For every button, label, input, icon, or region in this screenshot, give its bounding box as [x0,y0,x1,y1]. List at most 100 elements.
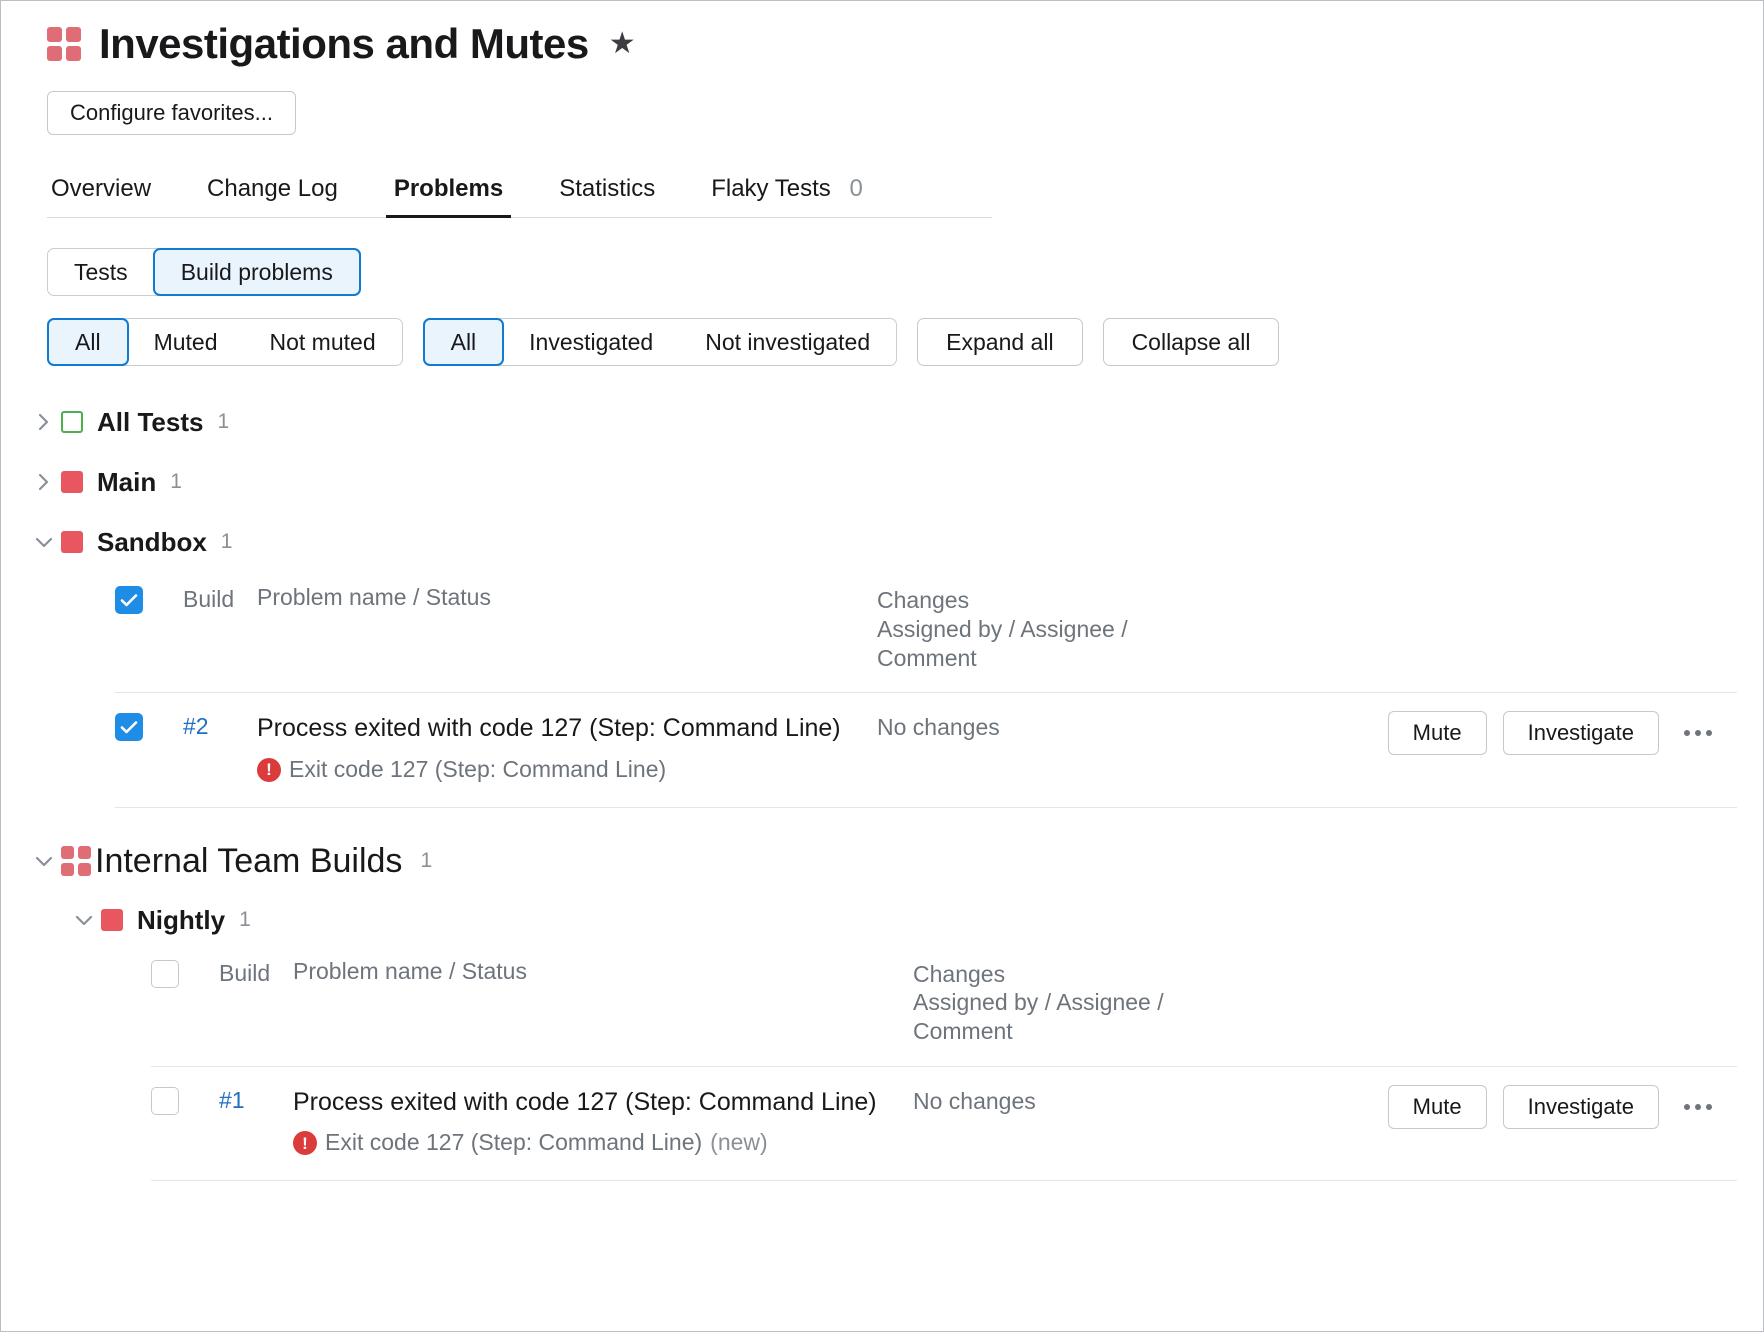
column-header-changes-line3: Comment [913,1017,1285,1046]
column-header-problem: Problem name / Status [257,584,877,611]
project-count: 1 [420,849,432,873]
tab-problems[interactable]: Problems [366,169,531,217]
tree-node-count: 1 [217,410,229,434]
row-select-cell [151,1085,219,1120]
filter-tests[interactable]: Tests [47,248,155,296]
select-all-checkbox[interactable] [115,586,143,614]
filter-muted[interactable]: Muted [127,318,245,366]
status-square-failure [61,531,83,553]
tab-problems-label: Problems [394,175,503,202]
tree-node-count: 1 [221,530,233,554]
select-all-checkbox[interactable] [151,960,179,988]
tab-statistics-label: Statistics [559,175,655,202]
tab-flaky-tests-label: Flaky Tests [711,175,831,202]
mute-button[interactable]: Mute [1388,711,1487,755]
nightly-problems-table: Build Problem name / Status Changes Assi… [151,958,1737,1182]
filter-not-investigated[interactable]: Not investigated [678,318,897,366]
row-checkbox[interactable] [115,713,143,741]
column-header-changes-line3: Comment [877,644,1249,673]
tab-statistics[interactable]: Statistics [531,169,683,217]
grid-2x2-icon [61,846,91,876]
investigation-filter-segmented: All Investigated Not investigated [423,318,898,366]
tree-node-label: Sandbox [97,527,207,558]
chevron-right-icon[interactable] [27,471,61,493]
more-options-icon[interactable] [1675,1085,1721,1129]
tree-node-count: 1 [170,470,182,494]
tree-node-label: All Tests [97,407,203,438]
problem-status: ! Exit code 127 (Step: Command Line) [257,755,857,785]
error-icon: ! [293,1131,317,1155]
tree-node-label: Nightly [137,905,225,936]
chevron-down-icon[interactable] [67,912,101,928]
status-filters: All Muted Not muted All Investigated Not… [47,318,1737,366]
tree-node-nightly[interactable]: Nightly 1 [67,905,1737,936]
tree-node-count: 1 [239,908,251,932]
collapse-all-button[interactable]: Collapse all [1103,318,1280,366]
row-checkbox[interactable] [151,1087,179,1115]
tab-flaky-tests[interactable]: Flaky Tests 0 [683,169,891,217]
column-header-problem: Problem name / Status [293,958,913,985]
status-square-failure [61,471,83,493]
page-title: Investigations and Mutes [99,23,589,65]
tab-bar: Overview Change Log Problems Statistics … [47,169,992,218]
problem-status-suffix: (new) [710,1128,768,1158]
chevron-down-icon[interactable] [27,534,61,550]
more-options-icon[interactable] [1675,711,1721,755]
project-header[interactable]: Internal Team Builds 1 [27,842,1737,881]
problem-type-filter: Tests Build problems [47,248,1737,296]
filter-build-problems[interactable]: Build problems [153,248,361,296]
build-number-link[interactable]: #1 [219,1085,293,1114]
filter-mute-all[interactable]: All [47,318,129,366]
problem-name: Process exited with code 127 (Step: Comm… [257,711,857,747]
problem-status: ! Exit code 127 (Step: Command Line) (ne… [293,1128,893,1158]
problem-type-segmented: Tests Build problems [47,248,361,296]
configure-favorites-button[interactable]: Configure favorites... [47,91,296,135]
investigations-and-mutes-page: Investigations and Mutes ★ Configure fav… [0,0,1764,1332]
tree-node-label: Main [97,467,156,498]
investigate-button[interactable]: Investigate [1503,1085,1659,1129]
filter-investigation-all[interactable]: All [423,318,505,366]
filter-investigated[interactable]: Investigated [502,318,680,366]
mute-button[interactable]: Mute [1388,1085,1487,1129]
chevron-right-icon[interactable] [27,411,61,433]
expand-all-button[interactable]: Expand all [917,318,1082,366]
build-number-link[interactable]: #2 [183,711,257,740]
tree-node-main[interactable]: Main 1 [27,462,1737,502]
tree-node-all-tests[interactable]: All Tests 1 [27,402,1737,442]
changes-cell: No changes [913,1085,1285,1116]
tab-change-log-label: Change Log [207,175,338,202]
star-icon[interactable]: ★ [609,29,636,59]
problem-status-text: Exit code 127 (Step: Command Line) [289,755,666,785]
status-square-success [61,411,83,433]
tab-overview[interactable]: Overview [47,169,179,217]
column-header-build: Build [219,958,293,987]
problem-name: Process exited with code 127 (Step: Comm… [293,1085,893,1121]
project-internal-team-builds: Internal Team Builds 1 Nightly 1 [27,842,1737,1182]
table-header-row: Build Problem name / Status Changes Assi… [151,958,1737,1067]
problem-tree: All Tests 1 Main 1 Sandbox 1 [27,402,1737,1181]
page-header: Investigations and Mutes ★ [47,23,1737,65]
mute-filter-segmented: All Muted Not muted [47,318,403,366]
error-icon: ! [257,758,281,782]
table-header-row: Build Problem name / Status Changes Assi… [115,584,1737,693]
select-all-cell [115,584,183,614]
chevron-down-icon[interactable] [27,853,61,869]
tab-change-log[interactable]: Change Log [179,169,366,217]
column-header-changes-line2: Assigned by / Assignee / [877,615,1249,644]
column-header-changes: Changes Assigned by / Assignee / Comment [913,958,1285,1046]
filter-not-muted[interactable]: Not muted [243,318,403,366]
tree-node-sandbox[interactable]: Sandbox 1 [27,522,1737,562]
investigate-button[interactable]: Investigate [1503,711,1659,755]
grid-2x2-icon [47,27,81,61]
column-header-changes-line2: Assigned by / Assignee / [913,988,1285,1017]
problem-status-text: Exit code 127 (Step: Command Line) [325,1128,702,1158]
changes-cell: No changes [877,711,1249,742]
column-header-changes-line1: Changes [913,960,1285,989]
tab-overview-label: Overview [51,175,151,202]
project-title: Internal Team Builds [95,842,402,881]
problem-cell: Process exited with code 127 (Step: Comm… [293,1085,913,1158]
sandbox-problems-table: Build Problem name / Status Changes Assi… [115,584,1737,808]
table-row: #1 Process exited with code 127 (Step: C… [151,1067,1737,1181]
problem-cell: Process exited with code 127 (Step: Comm… [257,711,877,784]
row-select-cell [115,711,183,741]
